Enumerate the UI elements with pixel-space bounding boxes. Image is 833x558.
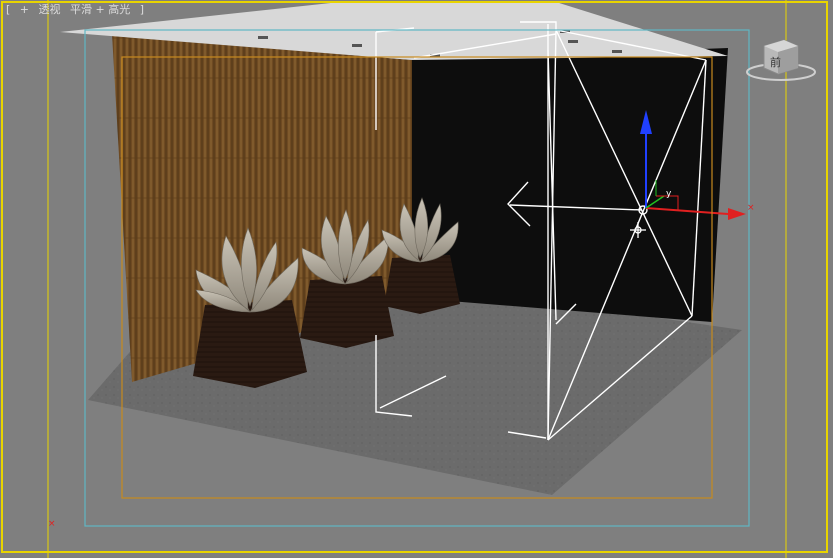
viewport-scene[interactable]: y × × bbox=[0, 0, 833, 558]
axis-end-marker: × bbox=[747, 203, 755, 213]
gizmo-y-label: y bbox=[666, 189, 672, 199]
viewport-label-close-bracket: ] bbox=[139, 3, 145, 16]
viewport-plus-menu[interactable]: + bbox=[20, 3, 29, 16]
perspective-viewport[interactable]: y × × [ + 透视 平滑 + 高光 ] 前 bbox=[0, 0, 833, 558]
back-wall[interactable] bbox=[412, 48, 728, 322]
viewport-pov-menu[interactable]: 透视 bbox=[39, 3, 61, 16]
origin-marker: × bbox=[48, 519, 56, 529]
viewport-shading-menu[interactable]: 平滑 + 高光 bbox=[70, 3, 130, 16]
viewcube-front-face[interactable]: 前 bbox=[770, 55, 781, 69]
viewcube-icon[interactable]: 前 bbox=[744, 38, 818, 84]
viewport-label-menu[interactable]: [ + 透视 平滑 + 高光 ] bbox=[6, 2, 150, 18]
viewport-label-open-bracket: [ bbox=[6, 3, 11, 16]
